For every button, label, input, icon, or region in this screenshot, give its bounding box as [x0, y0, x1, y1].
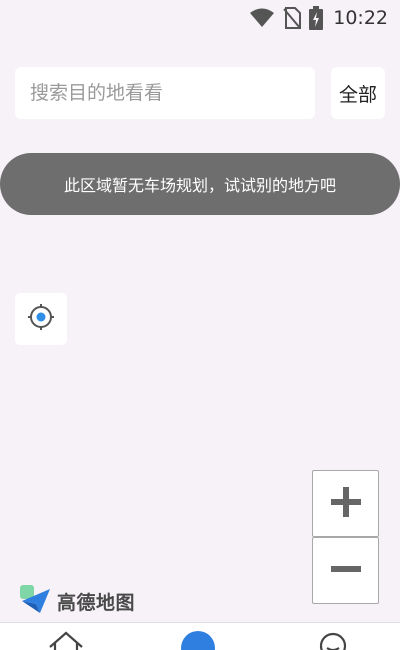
- profile-icon[interactable]: [318, 631, 348, 650]
- locate-button[interactable]: [15, 293, 67, 345]
- bottom-nav: [0, 622, 400, 650]
- amap-logo-icon: [18, 583, 52, 619]
- minus-icon: [330, 554, 361, 588]
- home-icon[interactable]: [48, 631, 84, 650]
- search-box[interactable]: [15, 67, 315, 119]
- map-logo-text: 高德地图: [57, 591, 136, 614]
- status-bar: 10:22: [0, 0, 400, 36]
- no-sim-icon: [283, 7, 302, 29]
- map-provider-logo: 高德地图: [18, 583, 135, 619]
- search-input[interactable]: [30, 82, 315, 104]
- battery-charging-icon: [309, 6, 324, 30]
- zoom-out-button[interactable]: [312, 537, 379, 604]
- navigate-icon[interactable]: [180, 630, 216, 650]
- zoom-in-button[interactable]: [312, 470, 379, 537]
- wifi-icon: [249, 8, 275, 28]
- all-filter-button[interactable]: 全部: [331, 67, 385, 119]
- locate-icon: [27, 303, 55, 335]
- plus-icon: [330, 486, 361, 521]
- status-time: 10:22: [333, 7, 388, 29]
- no-parking-toast: 此区域暂无车场规划，试试别的地方吧: [0, 153, 400, 215]
- toast-message: 此区域暂无车场规划，试试别的地方吧: [63, 176, 336, 195]
